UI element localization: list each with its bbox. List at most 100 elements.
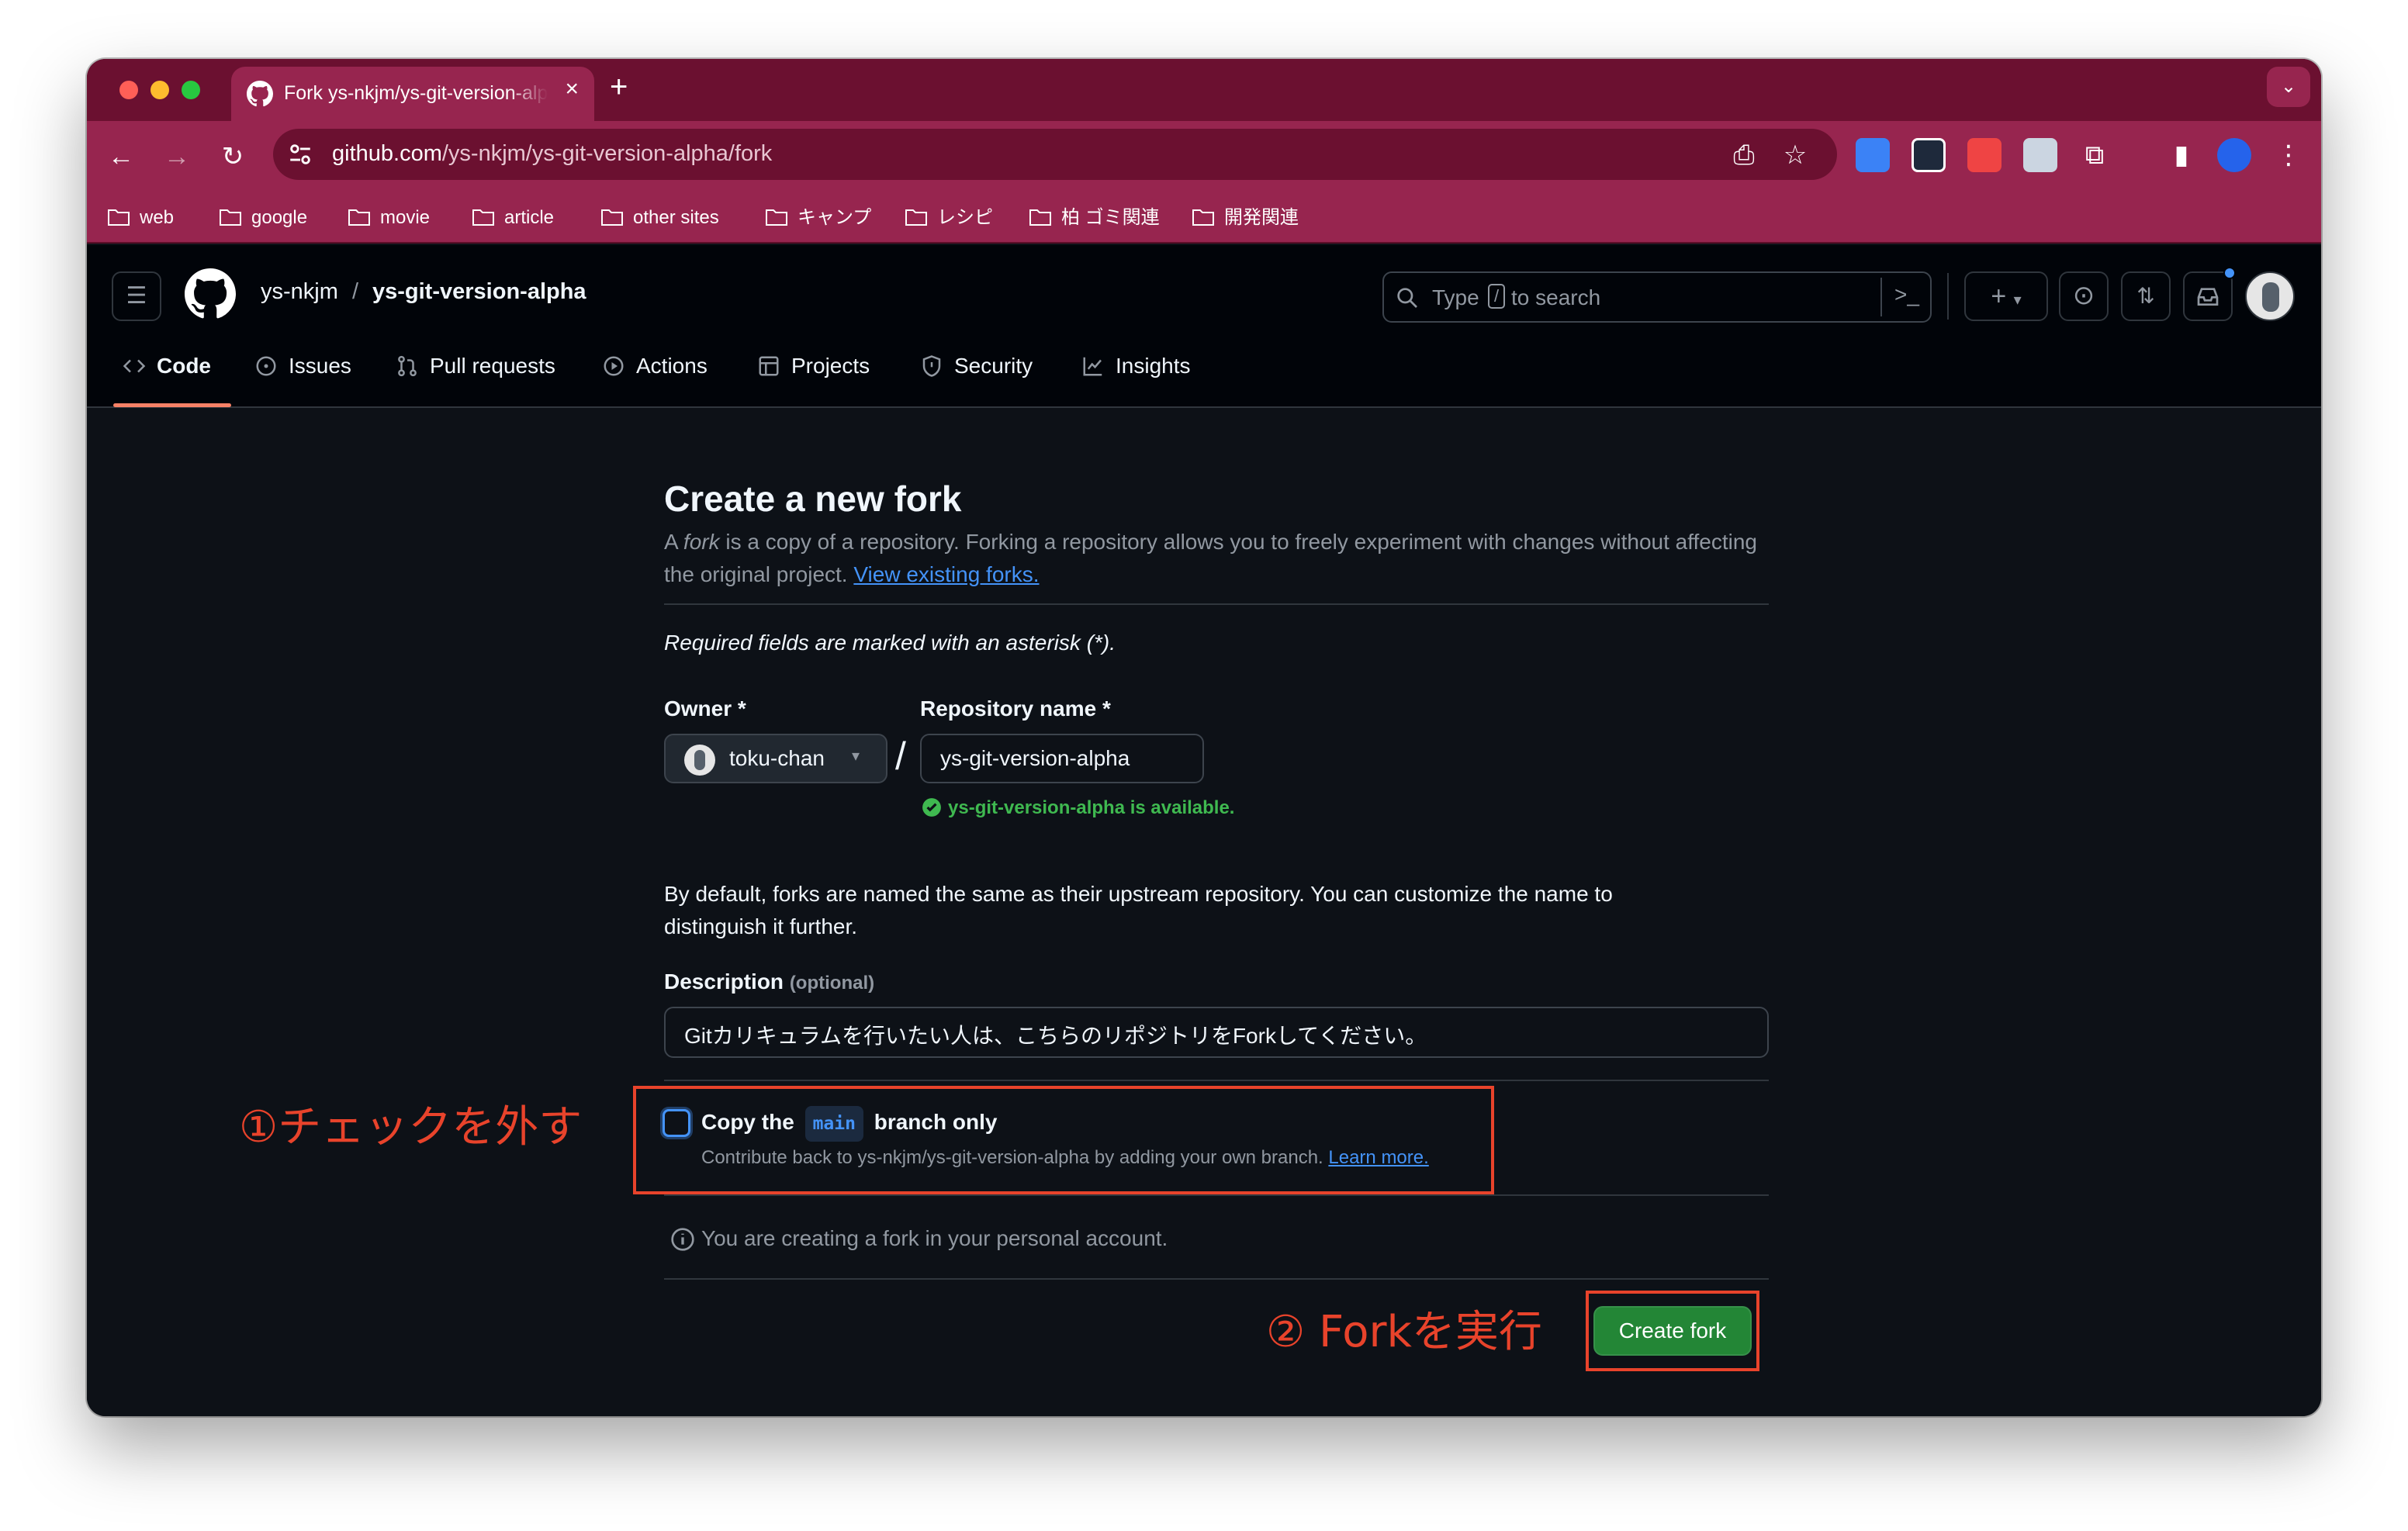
header-divider — [1947, 273, 1949, 320]
folder-icon — [220, 209, 241, 226]
new-tab-button[interactable]: + — [610, 71, 628, 102]
bookmark-folder[interactable]: 開発関連 — [1192, 205, 1299, 231]
pull-requests-icon[interactable]: ⇅ — [2121, 271, 2171, 321]
github-logo-icon[interactable] — [185, 268, 236, 320]
code-icon — [123, 359, 146, 373]
owner-value: toku-chan — [729, 746, 825, 770]
repository-name-label: Repository name * — [920, 696, 1111, 721]
owner-repo-separator: / — [895, 734, 906, 778]
bookmark-folder[interactable]: google — [219, 205, 307, 231]
description-label: Description (optional) — [664, 969, 875, 994]
inbox-icon[interactable] — [2183, 267, 2236, 321]
address-bar[interactable]: github.com/ys-nkjm/ys-git-version-alpha/… — [273, 129, 1837, 180]
extension-icon[interactable] — [1912, 138, 1946, 172]
annotation-box-checkbox — [633, 1086, 1494, 1194]
search-placeholder-suffix: to search — [1511, 285, 1601, 309]
extensions-puzzle-icon[interactable]: ⧉ — [2078, 138, 2112, 172]
tab-search-chevron-icon[interactable]: ⌄ — [2267, 67, 2310, 107]
tab-security[interactable]: Security — [920, 354, 1033, 392]
naming-note: By default, forks are named the same as … — [664, 882, 1613, 938]
back-arrow-icon[interactable]: ← — [104, 140, 138, 174]
search-icon — [1397, 288, 1417, 308]
bookmark-folder[interactable]: キャンプ — [765, 205, 871, 231]
reload-icon[interactable]: ↻ — [216, 140, 250, 174]
divider — [664, 1278, 1769, 1280]
availability-message: ys-git-version-alpha is available. — [948, 797, 1235, 818]
tab-code[interactable]: Code — [123, 354, 211, 392]
forward-arrow-icon[interactable]: → — [160, 140, 194, 174]
bookmarks-bar: web google movie article other sites キャン… — [87, 191, 2321, 244]
git-pull-request-icon — [398, 355, 417, 377]
table-icon — [759, 356, 779, 376]
install-app-icon[interactable]: ⎙ — [1728, 140, 1759, 171]
tab-projects[interactable]: Projects — [757, 354, 870, 392]
bookmark-folder[interactable]: レシピ — [905, 205, 993, 231]
view-existing-forks-link[interactable]: View existing forks. — [853, 562, 1039, 586]
user-avatar[interactable] — [2245, 271, 2295, 321]
extension-icon[interactable] — [2023, 138, 2057, 172]
owner-select[interactable]: toku-chan ▾ — [664, 734, 887, 783]
owner-label: Owner * — [664, 696, 746, 721]
close-window-button[interactable] — [119, 81, 138, 99]
browser-tab-active[interactable]: Fork ys-nkjm/ys-git-version-alpha × — [231, 67, 594, 121]
caret-down-icon: ▾ — [852, 748, 860, 765]
fork-intro: A fork is a copy of a repository. Forkin… — [664, 530, 1758, 586]
graph-icon — [1083, 357, 1102, 376]
github-header: ☰ ys-nkjm / ys-git-version-alpha Type / … — [87, 245, 2321, 408]
folder-icon — [472, 209, 494, 226]
owner-breadcrumb[interactable]: ys-nkjm — [261, 279, 338, 305]
site-info-icon[interactable] — [287, 141, 313, 168]
tab-close-icon[interactable]: × — [565, 78, 579, 101]
tab-insights[interactable]: Insights — [1081, 354, 1191, 392]
repo-breadcrumb[interactable]: ys-git-version-alpha — [372, 279, 586, 305]
owner-avatar — [684, 745, 715, 776]
bookmark-star-icon[interactable]: ☆ — [1780, 140, 1811, 171]
breadcrumb-separator: / — [352, 279, 359, 304]
folder-icon — [348, 209, 370, 226]
folder-icon — [601, 209, 623, 226]
minimize-window-button[interactable] — [150, 81, 169, 99]
fork-form: Create a new fork A fork is a copy of a … — [87, 410, 2321, 1416]
bookmark-folder[interactable]: other sites — [600, 205, 719, 231]
divider — [664, 1194, 1769, 1196]
command-palette-icon[interactable]: >_ — [1894, 282, 1919, 307]
bookmark-folder[interactable]: article — [472, 205, 554, 231]
tab-title: Fork ys-nkjm/ys-git-version-alpha — [284, 82, 548, 104]
extension-icon[interactable] — [1856, 138, 1890, 172]
browser-window: Fork ys-nkjm/ys-git-version-alpha × + ⌄ … — [87, 59, 2321, 1416]
extension-icon[interactable] — [1967, 138, 2001, 172]
divider — [664, 1080, 1769, 1081]
issues-icon[interactable]: ⊙ — [2059, 271, 2109, 321]
plus-icon: + — [1991, 282, 2007, 311]
zoom-window-button[interactable] — [182, 81, 200, 99]
tab-pull-requests[interactable]: Pull requests — [396, 354, 555, 392]
shield-icon — [922, 355, 941, 377]
required-note: Required fields are marked with an aster… — [664, 631, 1116, 655]
info-icon — [671, 1228, 694, 1251]
side-panel-icon[interactable]: ▮ — [2164, 138, 2199, 172]
profile-avatar[interactable] — [2217, 138, 2251, 172]
browser-menu-icon[interactable]: ⋮ — [2271, 138, 2306, 172]
tab-strip: Fork ys-nkjm/ys-git-version-alpha × + ⌄ — [87, 59, 2321, 121]
folder-icon — [766, 209, 787, 226]
bookmark-folder[interactable]: 柏 ゴミ関連 — [1029, 205, 1160, 231]
tab-issues[interactable]: Issues — [254, 354, 351, 392]
create-new-dropdown[interactable]: + ▾ — [1964, 271, 2048, 321]
notification-dot — [2223, 267, 2236, 279]
active-tab-underline — [113, 403, 231, 407]
search-input[interactable]: Type / to search >_ — [1382, 271, 1932, 323]
repository-name-input[interactable]: ys-git-version-alpha — [920, 734, 1204, 783]
hamburger-menu-icon[interactable]: ☰ — [112, 271, 161, 321]
url-text: github.com/ys-nkjm/ys-git-version-alpha/… — [332, 141, 773, 166]
description-input[interactable]: Gitカリキュラムを行いたい人は、こちらのリポジトリをForkしてください。 — [664, 1007, 1769, 1058]
divider — [664, 603, 1769, 605]
folder-icon — [108, 209, 130, 226]
issue-opened-icon — [256, 356, 276, 376]
tab-actions[interactable]: Actions — [602, 354, 708, 392]
create-fork-button[interactable]: Create fork — [1593, 1306, 1752, 1356]
caret-down-icon: ▾ — [2013, 292, 2022, 309]
bookmark-folder[interactable]: movie — [348, 205, 430, 231]
search-shortcut-key: / — [1488, 284, 1505, 309]
github-favicon-icon — [247, 81, 273, 107]
bookmark-folder[interactable]: web — [107, 205, 174, 231]
